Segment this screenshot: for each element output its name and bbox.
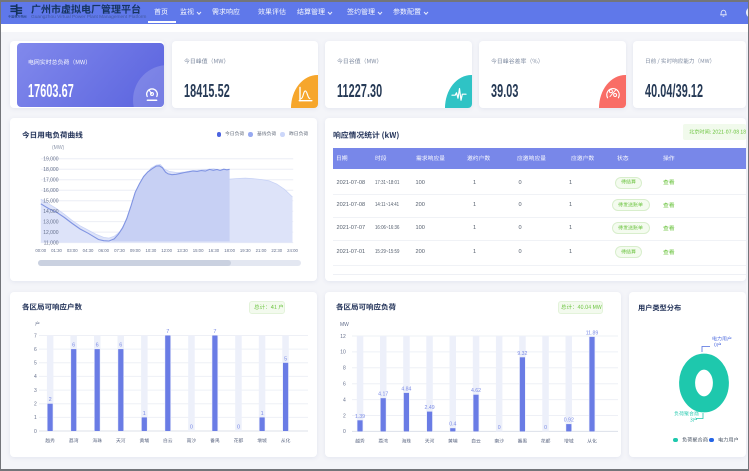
svg-text:4.84: 4.84	[401, 386, 411, 392]
svg-text:12,000: 12,000	[43, 230, 59, 236]
svg-text:1: 1	[34, 415, 37, 421]
svg-text:15,000: 15,000	[43, 199, 59, 205]
svg-text:10: 10	[340, 350, 346, 356]
svg-text:03:00: 03:00	[67, 248, 78, 253]
svg-text:7: 7	[213, 329, 216, 335]
svg-text:14,000: 14,000	[43, 209, 59, 215]
svg-text:12:00: 12:00	[161, 248, 172, 253]
svg-text:15:00: 15:00	[193, 248, 204, 253]
svg-text:13:30: 13:30	[177, 248, 188, 253]
svg-text:11.89: 11.89	[586, 330, 599, 336]
svg-text:07:30: 07:30	[114, 248, 125, 253]
svg-text:19,000: 19,000	[43, 157, 59, 163]
svg-text:16:30: 16:30	[208, 248, 219, 253]
svg-text:01:30: 01:30	[51, 248, 62, 253]
svg-text:18,000: 18,000	[43, 167, 59, 173]
svg-text:4: 4	[343, 397, 346, 403]
svg-text:18:00: 18:00	[224, 248, 235, 253]
svg-text:10:30: 10:30	[146, 248, 157, 253]
svg-text:1: 1	[143, 411, 146, 417]
svg-text:0: 0	[237, 425, 240, 431]
svg-text:2.49: 2.49	[425, 405, 435, 411]
svg-text:17,000: 17,000	[43, 178, 59, 184]
svg-text:0: 0	[190, 425, 193, 431]
svg-text:06:00: 06:00	[98, 248, 109, 253]
svg-text:0: 0	[544, 425, 547, 431]
svg-text:6: 6	[72, 343, 75, 349]
svg-text:0.4: 0.4	[449, 422, 456, 428]
svg-text:0: 0	[498, 425, 501, 431]
svg-text:1: 1	[261, 411, 264, 417]
svg-text:4.17: 4.17	[378, 392, 388, 398]
svg-text:00:00: 00:00	[35, 248, 46, 253]
svg-text:21:00: 21:00	[256, 248, 267, 253]
svg-text:12: 12	[340, 334, 346, 340]
svg-text:22:30: 22:30	[271, 248, 282, 253]
svg-text:24:00: 24:00	[287, 248, 298, 253]
svg-text:7: 7	[34, 333, 37, 339]
svg-text:5: 5	[284, 356, 287, 362]
svg-text:19:30: 19:30	[240, 248, 251, 253]
svg-text:2: 2	[343, 413, 346, 419]
svg-text:0: 0	[34, 429, 37, 435]
svg-text:8: 8	[343, 366, 346, 372]
svg-text:6: 6	[119, 343, 122, 349]
svg-text:0.92: 0.92	[564, 418, 574, 424]
svg-text:04:30: 04:30	[83, 248, 94, 253]
svg-text:4.62: 4.62	[471, 388, 481, 394]
svg-text:3: 3	[34, 388, 37, 394]
svg-text:11,000: 11,000	[44, 240, 59, 246]
svg-text:1.39: 1.39	[355, 414, 365, 420]
svg-text:6: 6	[343, 382, 346, 388]
svg-text:2: 2	[34, 402, 37, 408]
svg-text:6: 6	[96, 343, 99, 349]
svg-text:2: 2	[49, 397, 52, 403]
svg-text:4: 4	[34, 374, 37, 380]
svg-text:09:00: 09:00	[130, 248, 141, 253]
svg-text:7: 7	[166, 329, 169, 335]
svg-text:13,000: 13,000	[43, 219, 59, 225]
svg-text:5: 5	[34, 361, 37, 367]
svg-text:9.32: 9.32	[517, 351, 527, 357]
svg-text:16,000: 16,000	[43, 188, 59, 194]
svg-text:0: 0	[343, 429, 346, 435]
svg-text:6: 6	[34, 347, 37, 353]
